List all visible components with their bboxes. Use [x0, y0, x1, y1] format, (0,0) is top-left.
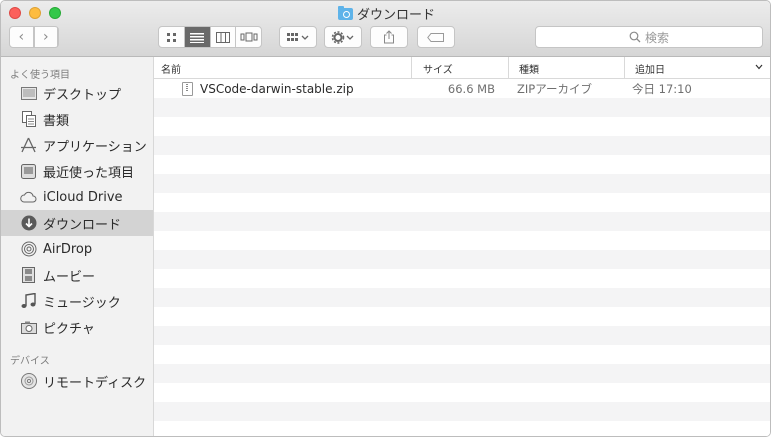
- forward-button[interactable]: ›: [35, 27, 58, 47]
- disc-icon: [20, 373, 37, 390]
- airdrop-icon: [20, 241, 37, 258]
- column-header-name[interactable]: 名前: [154, 57, 411, 79]
- sidebar-item-remote-disc[interactable]: リモートディスク: [1, 368, 153, 394]
- sidebar-item-label: ミュージック: [43, 295, 121, 311]
- file-list: 名前 サイズ 種類 追加日 VSCode-darwin-stable.zip 6…: [154, 57, 770, 436]
- sidebar-item-label: iCloud Drive: [43, 189, 123, 205]
- sidebar-item-downloads[interactable]: ダウンロード: [1, 210, 153, 236]
- icon-view-button[interactable]: [159, 27, 185, 47]
- desktop-icon: [20, 85, 37, 102]
- sidebar-item-movies[interactable]: ムービー: [1, 262, 153, 288]
- column-headers: 名前 サイズ 種類 追加日: [154, 57, 770, 79]
- sidebar-item-recents[interactable]: 最近使った項目: [1, 158, 153, 184]
- sidebar-item-label: AirDrop: [43, 241, 93, 257]
- sidebar: よく使う項目 デスクトップ 書類 アプリケーション 最近使った項目 iCloud…: [1, 57, 154, 436]
- empty-row: [154, 421, 770, 436]
- share-button[interactable]: [370, 26, 408, 48]
- movies-icon: [20, 267, 37, 284]
- sidebar-item-label: ムービー: [43, 269, 96, 285]
- empty-row: [154, 402, 770, 421]
- empty-row: [154, 307, 770, 326]
- sidebar-item-music[interactable]: ミュージック: [1, 288, 153, 314]
- sidebar-item-label: ダウンロード: [43, 217, 122, 233]
- sidebar-item-documents[interactable]: 書類: [1, 106, 153, 132]
- sidebar-item-label: デスクトップ: [43, 87, 122, 103]
- share-icon: [384, 30, 394, 44]
- column-header-size[interactable]: サイズ: [411, 57, 508, 79]
- sidebar-item-icloud-drive[interactable]: iCloud Drive: [1, 184, 153, 210]
- gear-icon: [331, 30, 354, 44]
- toolbar: ダウンロード ‹ › 検索: [1, 1, 770, 57]
- table-row[interactable]: VSCode-darwin-stable.zip 66.6 MB ZIPアーカイ…: [154, 79, 770, 98]
- chevron-right-icon: ›: [35, 27, 58, 47]
- applications-icon: [20, 137, 37, 154]
- empty-row: [154, 231, 770, 250]
- tag-button[interactable]: [417, 26, 455, 48]
- icon-view-icon: [166, 32, 176, 42]
- action-button[interactable]: [324, 26, 362, 48]
- window-title-bar: ダウンロード: [1, 4, 770, 24]
- column-view-button[interactable]: [211, 27, 237, 47]
- column-header-date-added[interactable]: 追加日: [624, 57, 770, 79]
- devices-section-title: デバイス: [10, 356, 50, 367]
- sort-chevron-down-icon: [755, 62, 763, 73]
- column-header-kind[interactable]: 種類: [508, 57, 624, 79]
- arrange-button[interactable]: [279, 26, 317, 48]
- search-field[interactable]: 検索: [535, 26, 763, 48]
- tag-icon: [427, 32, 444, 42]
- downloads-folder-icon: [337, 5, 353, 20]
- empty-row: [154, 364, 770, 383]
- sidebar-item-applications[interactable]: アプリケーション: [1, 132, 153, 158]
- empty-row: [154, 174, 770, 193]
- column-header-label: 追加日: [635, 64, 665, 76]
- empty-row: [154, 288, 770, 307]
- search-icon: [629, 31, 641, 43]
- zip-file-icon: [182, 79, 193, 98]
- empty-row: [154, 345, 770, 364]
- chevron-left-icon: ‹: [10, 27, 34, 47]
- empty-row: [154, 212, 770, 231]
- finder-window: ダウンロード ‹ › 検索 よく使う項目 デスクトップ 書類 アプリケーション …: [0, 0, 771, 437]
- view-mode-group: [158, 26, 262, 48]
- file-name: VSCode-darwin-stable.zip: [200, 81, 354, 96]
- cloud-icon: [20, 189, 37, 206]
- favorites-section-title: よく使う項目: [10, 70, 70, 81]
- downloads-icon: [20, 215, 37, 232]
- sidebar-item-desktop[interactable]: デスクトップ: [1, 80, 153, 106]
- empty-row: [154, 155, 770, 174]
- empty-row: [154, 383, 770, 402]
- list-view-button[interactable]: [184, 27, 211, 47]
- file-date-added: 今日 17:10: [632, 81, 692, 96]
- column-view-icon: [215, 31, 230, 43]
- list-view-icon: [190, 32, 205, 43]
- file-size: 66.6 MB: [447, 81, 495, 96]
- cover-flow-icon: [240, 32, 258, 41]
- sidebar-item-pictures[interactable]: ピクチャ: [1, 314, 153, 340]
- empty-row: [154, 326, 770, 345]
- empty-row: [154, 269, 770, 288]
- file-rows: VSCode-darwin-stable.zip 66.6 MB ZIPアーカイ…: [154, 79, 770, 436]
- search-placeholder: 検索: [644, 30, 669, 45]
- pictures-icon: [20, 319, 37, 336]
- sidebar-item-label: ピクチャ: [43, 321, 95, 337]
- window-title: ダウンロード: [356, 8, 435, 23]
- empty-row: [154, 250, 770, 269]
- documents-icon: [20, 111, 37, 128]
- sidebar-item-label: 最近使った項目: [43, 165, 135, 181]
- sidebar-item-label: アプリケーション: [43, 139, 147, 155]
- arrange-icon: [287, 32, 309, 41]
- empty-row: [154, 136, 770, 155]
- music-icon: [20, 293, 37, 310]
- navigation-buttons: ‹ ›: [9, 26, 59, 48]
- sidebar-item-label: 書類: [43, 113, 70, 129]
- empty-row: [154, 98, 770, 117]
- file-kind: ZIPアーカイブ: [517, 81, 593, 96]
- cover-flow-button[interactable]: [236, 27, 261, 47]
- sidebar-item-label: リモートディスク: [43, 375, 147, 391]
- back-button[interactable]: ‹: [10, 27, 35, 47]
- empty-row: [154, 117, 770, 136]
- recents-icon: [20, 163, 37, 180]
- empty-row: [154, 193, 770, 212]
- sidebar-item-airdrop[interactable]: AirDrop: [1, 236, 153, 262]
